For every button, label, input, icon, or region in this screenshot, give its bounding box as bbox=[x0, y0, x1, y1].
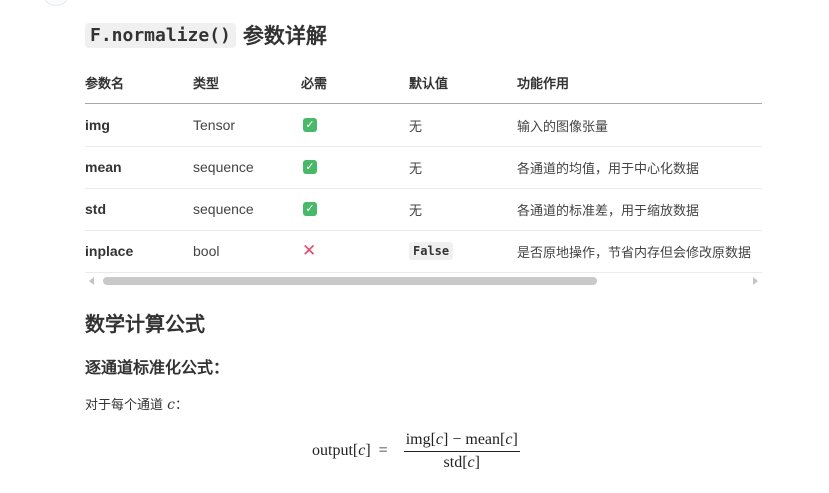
param-default: 无 bbox=[409, 202, 423, 218]
param-required: ✓ bbox=[301, 188, 317, 230]
param-required: ✓ bbox=[301, 146, 317, 188]
num-img-arg: c bbox=[435, 430, 444, 448]
header-default: 默认值 bbox=[409, 76, 449, 91]
check-mark-icon: ✓ bbox=[303, 202, 317, 216]
default-code: False bbox=[409, 242, 454, 260]
param-type: sequence bbox=[193, 201, 254, 217]
num-mean-close: ] bbox=[512, 430, 518, 448]
table-row: inplace bool ✕ False 是否原地操作，节省内存但会修改原数据 bbox=[85, 230, 762, 273]
param-description: 各通道的均值，用于中心化数据 bbox=[517, 160, 700, 176]
param-description: 输入的图像张量 bbox=[517, 118, 609, 134]
param-description: 各通道的标准差，用于缩放数据 bbox=[517, 202, 700, 218]
param-type: bool bbox=[193, 243, 220, 259]
num-minus: − bbox=[452, 430, 462, 448]
scroll-left-arrow-icon[interactable] bbox=[89, 277, 94, 285]
param-default: False bbox=[409, 230, 454, 272]
den-arg: c bbox=[467, 453, 475, 471]
param-name: img bbox=[85, 117, 110, 133]
lhs-bracket-close: ] bbox=[365, 442, 371, 459]
table-row: std sequence ✓ 无 各通道的标准差，用于缩放数据 bbox=[85, 188, 762, 231]
scrollbar-thumb[interactable] bbox=[103, 277, 597, 285]
formula-fraction: img[c] − mean[c] std[c] bbox=[403, 430, 520, 472]
table-row: mean sequence ✓ 无 各通道的均值，用于中心化数据 bbox=[85, 146, 762, 189]
formula-numerator: img[c] − mean[c] bbox=[403, 430, 520, 452]
check-mark-icon: ✓ bbox=[303, 118, 317, 132]
param-description: 是否原地操作，节省内存但会修改原数据 bbox=[517, 244, 752, 260]
params-table: 参数名 类型 必需 默认值 功能作用 img Tensor ✓ 无 输入的图像张… bbox=[85, 62, 762, 274]
num-mean: mean bbox=[465, 430, 501, 448]
formula-denominator: std[c] bbox=[444, 452, 480, 472]
scroll-to-top-button[interactable] bbox=[44, 0, 68, 6]
section-subtitle: 逐通道标准化公式： bbox=[85, 358, 230, 377]
scroll-right-arrow-icon[interactable] bbox=[753, 277, 758, 285]
params-heading: F.normalize() 参数详解 bbox=[85, 20, 327, 50]
intro-variable: c bbox=[167, 397, 175, 413]
intro-text: 对于每个通道 bbox=[85, 398, 164, 413]
header-description: 功能作用 bbox=[517, 76, 570, 91]
param-name: inplace bbox=[85, 243, 134, 259]
intro-paragraph: 对于每个通道 c： bbox=[85, 394, 188, 413]
normalize-formula: output[c] = img[c] − mean[c] std[c] bbox=[312, 428, 520, 474]
param-type: sequence bbox=[193, 159, 254, 175]
header-required: 必需 bbox=[301, 76, 328, 91]
heading-text: 参数详解 bbox=[242, 24, 327, 48]
document-page: F.normalize() 参数详解 参数名 类型 必需 默认值 功能作用 im… bbox=[0, 0, 829, 493]
table-row: img Tensor ✓ 无 输入的图像张量 bbox=[85, 104, 762, 147]
header-type: 类型 bbox=[193, 76, 220, 91]
section-title: 数学计算公式 bbox=[85, 312, 205, 336]
num-img-close: ] bbox=[443, 430, 449, 448]
param-name: mean bbox=[85, 159, 122, 175]
table-header-row: 参数名 类型 必需 默认值 功能作用 bbox=[85, 62, 762, 104]
header-param-name: 参数名 bbox=[85, 76, 125, 91]
num-img: img bbox=[405, 430, 431, 448]
param-default: 无 bbox=[409, 160, 423, 176]
table-horizontal-scrollbar[interactable] bbox=[85, 274, 762, 288]
intro-colon: ： bbox=[175, 398, 189, 413]
den-close: ] bbox=[474, 453, 480, 471]
param-default: 无 bbox=[409, 118, 423, 134]
formula-lhs: output[c] bbox=[312, 442, 371, 460]
den-std: std bbox=[443, 453, 463, 471]
formula-equals: = bbox=[378, 442, 388, 459]
cross-mark-icon: ✕ bbox=[302, 241, 317, 261]
heading-code: F.normalize() bbox=[85, 22, 236, 48]
param-required: ✓ bbox=[301, 104, 317, 146]
check-mark-icon: ✓ bbox=[303, 160, 317, 174]
lhs-function: output bbox=[312, 442, 353, 459]
param-name: std bbox=[85, 201, 106, 217]
param-type: Tensor bbox=[193, 117, 236, 133]
param-required: ✕ bbox=[301, 230, 316, 272]
